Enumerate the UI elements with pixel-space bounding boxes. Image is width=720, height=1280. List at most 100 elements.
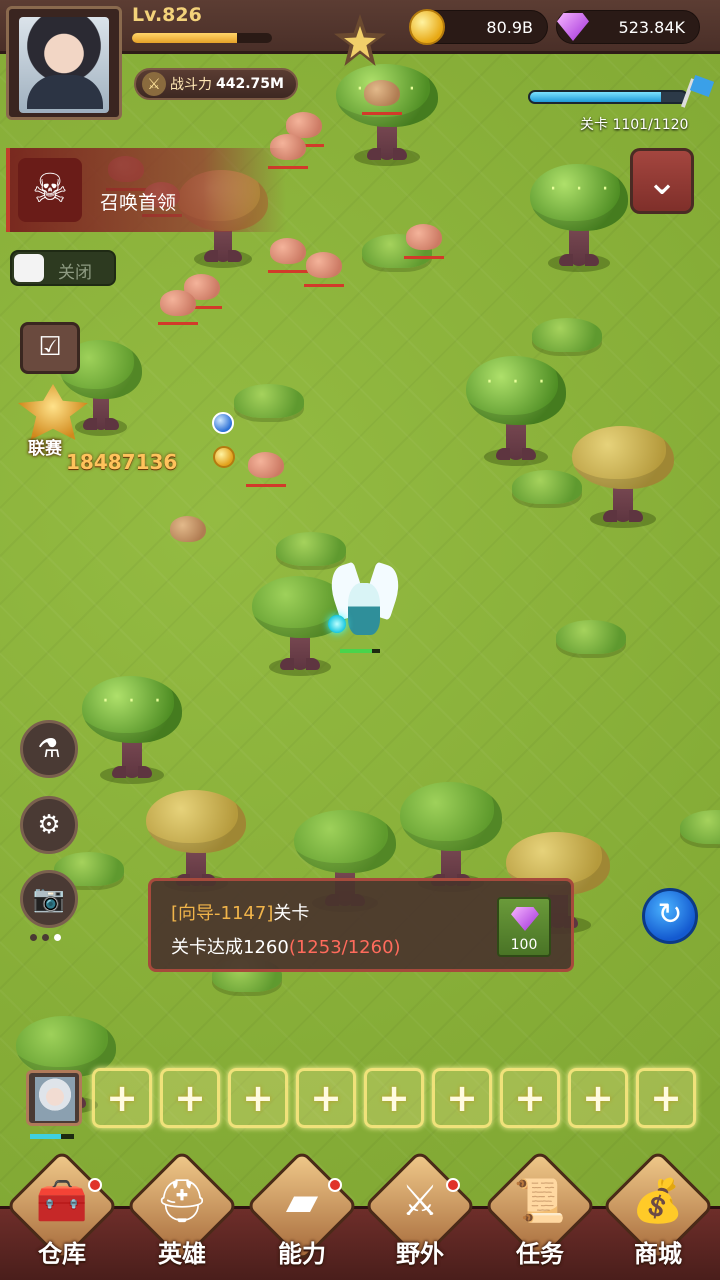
boar-enemy[interactable] <box>304 252 344 287</box>
bush <box>532 318 602 352</box>
player-character <box>324 561 406 653</box>
bush <box>556 620 626 654</box>
empty-hero-slot[interactable]: + <box>364 1068 424 1128</box>
boar-enemy[interactable] <box>404 224 444 259</box>
bush <box>234 384 304 418</box>
scroll-icon: 📜 <box>513 1176 567 1225</box>
gem-counter[interactable]: 523.84K <box>556 10 700 44</box>
page-dot <box>42 934 49 941</box>
nav-label: 仓库 <box>38 1240 86 1268</box>
page-dots <box>30 934 61 941</box>
auto-toggle[interactable]: 关闭 <box>10 250 116 286</box>
combat-power-value: 442.75M <box>216 76 284 92</box>
empty-hero-slot[interactable]: + <box>432 1068 492 1128</box>
boar-enemy[interactable] <box>268 238 308 273</box>
plus-icon: + <box>650 1076 682 1120</box>
chevron-down-icon: ⌄ <box>646 159 678 203</box>
rank-star-emblem[interactable] <box>326 10 394 90</box>
sword-icon: ⚔ <box>142 72 166 96</box>
stage-counter: 关卡 1101/1120 <box>580 117 689 133</box>
quest-title: [向导-1147]关卡 <box>171 899 309 925</box>
camera-icon[interactable]: 📷 <box>20 870 78 928</box>
empty-hero-slot[interactable]: + <box>636 1068 696 1128</box>
gem-drop[interactable] <box>212 412 234 434</box>
plus-icon: + <box>310 1076 342 1120</box>
nav-label: 商城 <box>634 1240 682 1268</box>
skull-icon: ☠ <box>18 158 82 222</box>
xp-bar <box>132 33 272 43</box>
bush <box>680 810 720 844</box>
tree <box>400 782 502 892</box>
quest-tag: [向导-1147] <box>171 903 274 924</box>
plus-icon: + <box>242 1076 274 1120</box>
nav-field[interactable]: ⚔ 野外 <box>363 1149 477 1280</box>
league-badge-icon <box>18 384 88 440</box>
collapse-button[interactable]: ⌄ <box>630 148 694 214</box>
plus-icon: + <box>174 1076 206 1120</box>
page-dot-active <box>54 934 61 941</box>
nav-warehouse[interactable]: 🧰 仓库 <box>5 1149 119 1280</box>
notification-dot <box>328 1178 342 1192</box>
gem-icon <box>555 9 591 45</box>
empty-hero-slot[interactable]: + <box>228 1068 288 1128</box>
gold-counter[interactable]: 80.9B <box>409 9 548 45</box>
empty-hero-slot[interactable]: + <box>160 1068 220 1128</box>
nav-heroes[interactable]: ⛑ 英雄 <box>125 1149 239 1280</box>
league-score: 18487136 <box>66 450 178 474</box>
quest-reward-amount: 100 <box>510 937 538 953</box>
tree <box>530 164 628 272</box>
plus-icon: + <box>106 1076 138 1120</box>
empty-hero-slot[interactable]: + <box>568 1068 628 1128</box>
nav-label: 能力 <box>278 1240 326 1268</box>
summon-boss-label: 召唤首领 <box>100 192 177 214</box>
gem-icon <box>511 907 539 931</box>
boar-enemy[interactable] <box>246 452 286 487</box>
hero-health-bar <box>30 1134 74 1139</box>
plus-icon: + <box>446 1076 478 1120</box>
helmet-icon: ⛑ <box>155 1176 209 1225</box>
quest-reward[interactable]: 100 <box>497 897 551 957</box>
empty-hero-slot[interactable]: + <box>296 1068 356 1128</box>
quest-panel[interactable]: [向导-1147]关卡 关卡达成1260(1253/1260) 100 <box>148 878 574 972</box>
tree <box>82 676 182 784</box>
potion-icon[interactable]: ⚗ <box>20 720 78 778</box>
treasure-icon: 💰 <box>631 1176 685 1225</box>
gold-coin-icon <box>409 9 445 45</box>
summon-boss-button[interactable]: ☠ 召唤首领 <box>6 148 286 232</box>
gem-amount: 523.84K <box>618 18 685 37</box>
quest-goal-text: 关卡达成1260 <box>171 937 289 958</box>
boar-enemy[interactable] <box>158 290 198 325</box>
nav-label: 英雄 <box>158 1240 206 1268</box>
auto-toggle-label: 关闭 <box>58 263 92 283</box>
quest-title-text: 关卡 <box>273 903 310 924</box>
empty-hero-slot[interactable]: + <box>92 1068 152 1128</box>
nav-label: 任务 <box>516 1240 564 1268</box>
refresh-icon[interactable]: ↻ <box>642 888 698 944</box>
combat-power[interactable]: ⚔ 战斗力 442.75M <box>134 68 298 100</box>
tree <box>466 356 566 466</box>
bush <box>276 532 346 566</box>
calendar-icon[interactable]: ☑ <box>20 322 80 374</box>
bush <box>512 470 582 504</box>
notification-dot <box>446 1178 460 1192</box>
league-label: 联赛 <box>28 439 62 459</box>
flag-icon <box>680 75 715 110</box>
nav-abilities[interactable]: ▰ 能力 <box>245 1149 359 1280</box>
nav-label: 野外 <box>396 1240 444 1268</box>
league-button[interactable]: 联赛 <box>12 384 92 459</box>
plus-icon: + <box>582 1076 614 1120</box>
quest-progress: (1253/1260) <box>288 937 401 958</box>
empty-hero-slot[interactable]: + <box>500 1068 560 1128</box>
boar-enemy[interactable] <box>170 516 206 542</box>
hero-portrait-slot[interactable] <box>26 1070 82 1126</box>
tree <box>146 790 246 892</box>
plus-icon: + <box>378 1076 410 1120</box>
gold-amount: 80.9B <box>486 18 533 37</box>
nav-shop[interactable]: 💰 商城 <box>601 1149 715 1280</box>
nav-missions[interactable]: 📜 任务 <box>483 1149 597 1280</box>
notification-dot <box>88 1178 102 1192</box>
player-avatar[interactable] <box>6 6 122 120</box>
gear-icon[interactable]: ⚙ <box>20 796 78 854</box>
coin-drop[interactable] <box>213 446 235 468</box>
combat-power-label: 战斗力 <box>170 77 212 93</box>
